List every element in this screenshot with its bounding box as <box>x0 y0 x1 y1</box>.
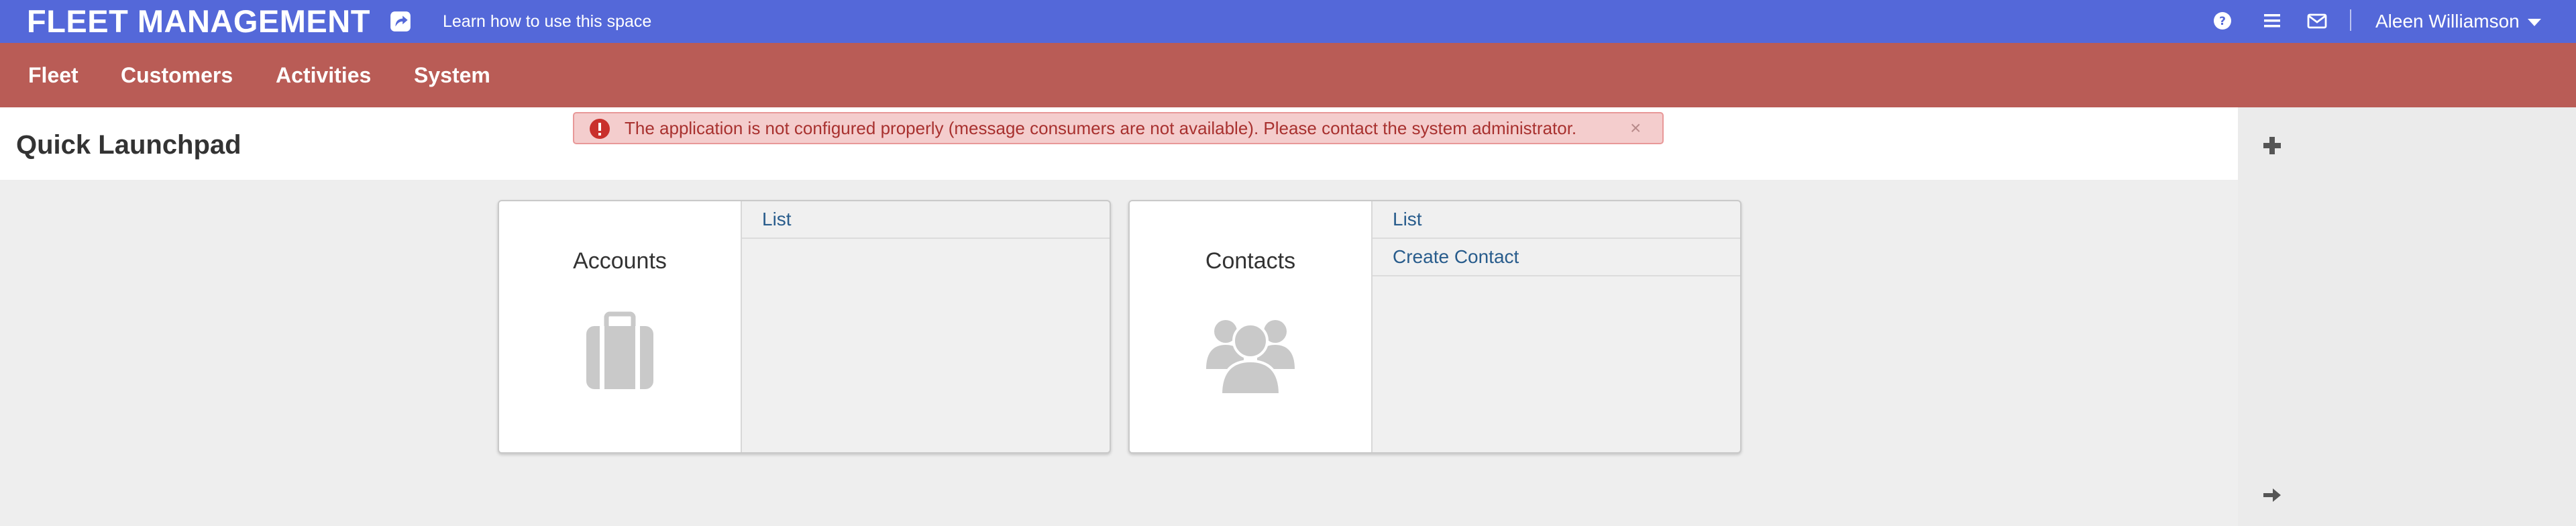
main-nav: Fleet Customers Activities System <box>0 43 2576 107</box>
briefcase-icon <box>586 311 653 389</box>
exclamation-icon <box>590 119 610 139</box>
launchpad-card-contacts: Contacts List Create Contact <box>1128 200 1741 454</box>
alert-message: The application is not configured proper… <box>625 118 1577 138</box>
plus-icon[interactable] <box>2262 136 2282 156</box>
error-alert: The application is not configured proper… <box>573 112 1664 144</box>
nav-item-customers[interactable]: Customers <box>121 43 233 107</box>
arrow-right-icon[interactable] <box>2262 485 2282 505</box>
card-header[interactable]: Contacts <box>1130 201 1373 452</box>
menu-icon[interactable] <box>2261 10 2283 32</box>
share-icon[interactable] <box>389 10 412 33</box>
contacts-list-link[interactable]: List <box>1373 201 1740 239</box>
learn-link[interactable]: Learn how to use this space <box>443 0 651 43</box>
card-links: List Create Contact <box>1373 201 1740 276</box>
users-icon <box>1206 320 1295 396</box>
header-divider <box>2350 9 2351 31</box>
nav-item-fleet[interactable]: Fleet <box>28 43 78 107</box>
page-title: Quick Launchpad <box>16 130 241 160</box>
nav-item-system[interactable]: System <box>414 43 490 107</box>
svg-text:?: ? <box>2219 15 2226 28</box>
card-header[interactable]: Accounts <box>499 201 742 452</box>
help-icon[interactable]: ? <box>2212 10 2233 32</box>
user-name: Aleen Williamson <box>2375 11 2520 32</box>
mail-icon[interactable] <box>2306 10 2328 32</box>
launchpad-card-accounts: Accounts List <box>498 200 1111 454</box>
card-title[interactable]: Accounts <box>499 248 741 274</box>
card-links: List <box>742 201 1110 239</box>
card-title[interactable]: Contacts <box>1130 248 1371 274</box>
top-bar: FLEET MANAGEMENT Learn how to use this s… <box>0 0 2576 43</box>
nav-item-activities[interactable]: Activities <box>276 43 371 107</box>
user-menu[interactable]: Aleen Williamson <box>2375 0 2541 43</box>
close-icon[interactable]: × <box>1630 113 1641 143</box>
right-sidebar <box>2238 107 2576 526</box>
create-contact-link[interactable]: Create Contact <box>1373 239 1740 276</box>
accounts-list-link[interactable]: List <box>742 201 1110 239</box>
app-brand[interactable]: FLEET MANAGEMENT <box>27 3 370 40</box>
caret-down-icon <box>2527 19 2541 27</box>
